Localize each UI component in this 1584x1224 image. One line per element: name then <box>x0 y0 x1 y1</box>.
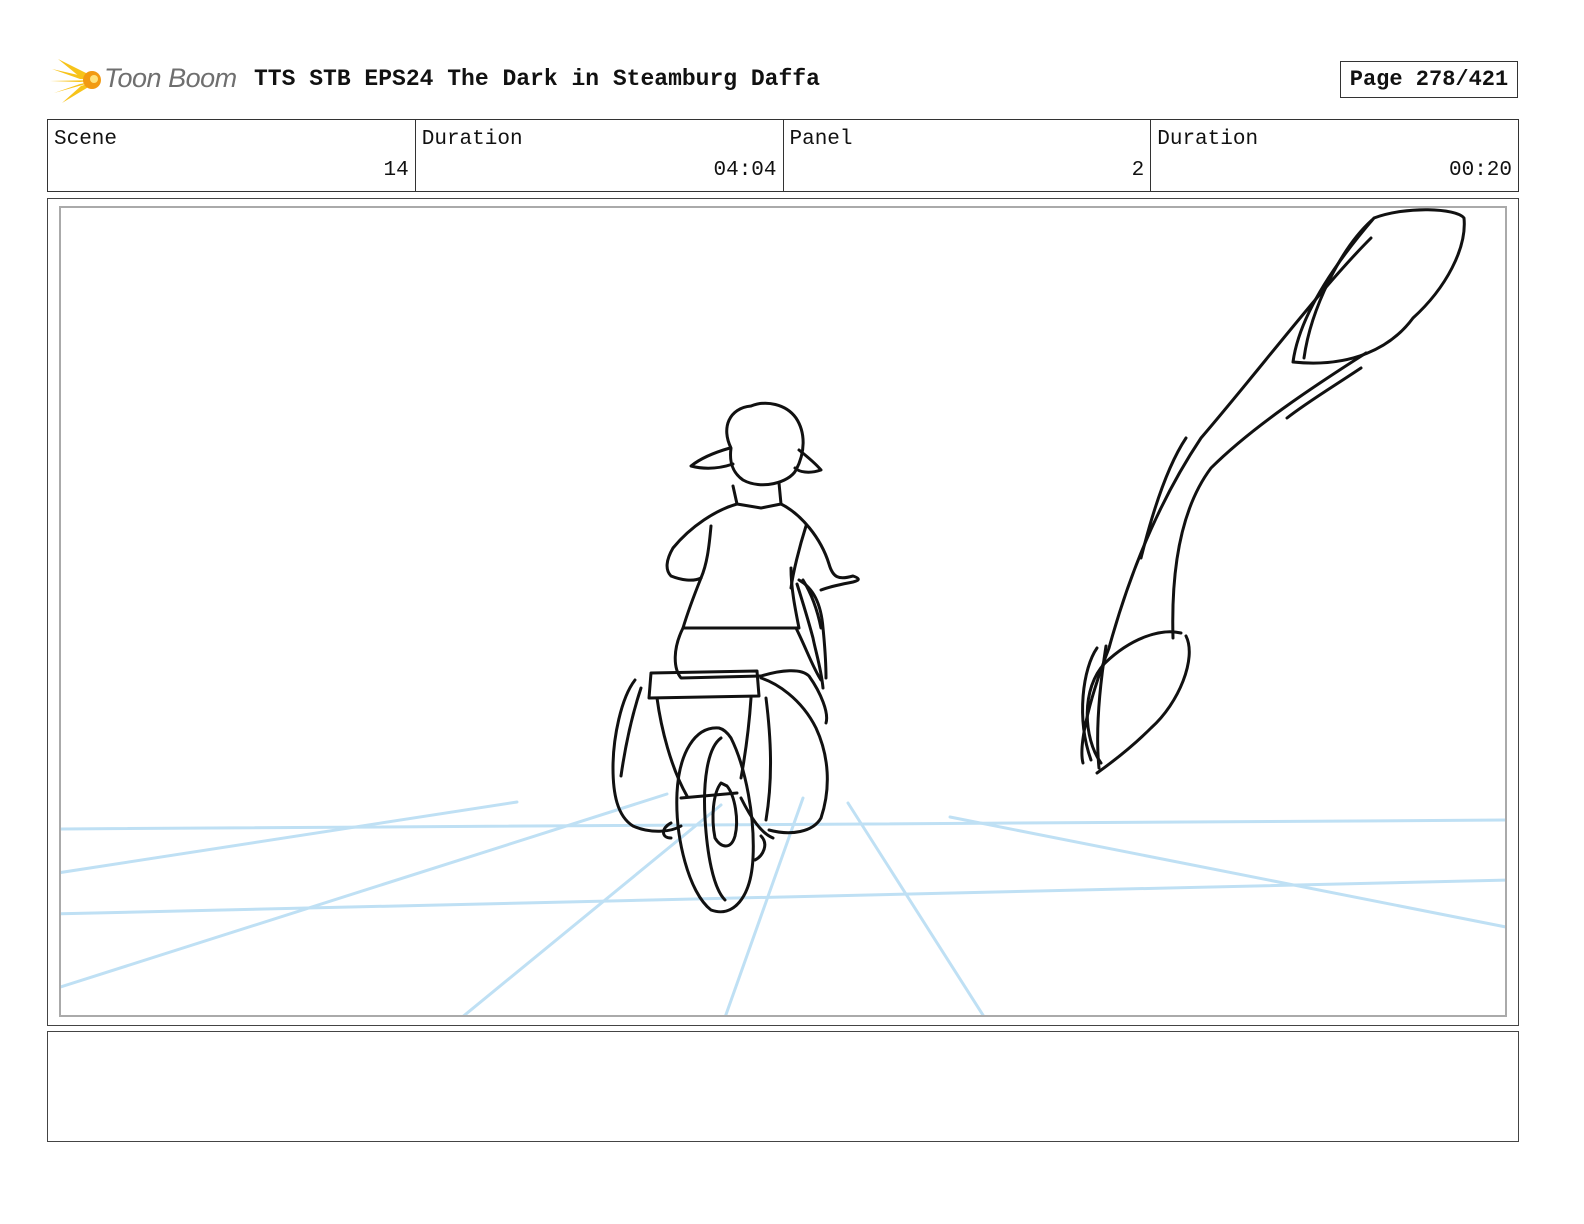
panel-image <box>59 206 1507 1017</box>
page-number-label: Page 278/421 <box>1349 67 1509 92</box>
scene-cell: Scene 14 <box>48 120 416 191</box>
perspective-guides <box>61 792 1505 1015</box>
scene-duration-label: Duration <box>421 128 523 151</box>
panel-value: 2 <box>1131 159 1145 182</box>
panel-label: Panel <box>789 128 853 151</box>
storyboard-sketch <box>61 208 1505 1015</box>
panel-duration-label: Duration <box>1157 128 1259 151</box>
logo-text: Toon Boom <box>104 63 237 93</box>
panel-duration-value: 00:20 <box>1448 159 1512 182</box>
page-number: Page 278/421 <box>1340 61 1518 98</box>
panel-cell: Panel 2 <box>784 120 1152 191</box>
scene-value: 14 <box>383 159 409 182</box>
panel-notes <box>47 1031 1519 1142</box>
scene-duration-cell: Duration 04:04 <box>416 120 784 191</box>
giant-pipe <box>1080 208 1466 775</box>
child-on-bike <box>611 401 860 914</box>
scene-label: Scene <box>54 128 118 151</box>
scene-info-table: Scene 14 Duration 04:04 Panel 2 Duration… <box>47 119 1519 192</box>
toon-boom-logo: Toon Boom <box>50 55 240 105</box>
starburst-icon <box>50 59 101 103</box>
panel-frame <box>47 198 1519 1026</box>
document-title: TTS STB EPS24 The Dark in Steamburg Daff… <box>254 66 820 92</box>
panel-duration-cell: Duration 00:20 <box>1151 120 1518 191</box>
scene-duration-value: 04:04 <box>713 159 777 182</box>
